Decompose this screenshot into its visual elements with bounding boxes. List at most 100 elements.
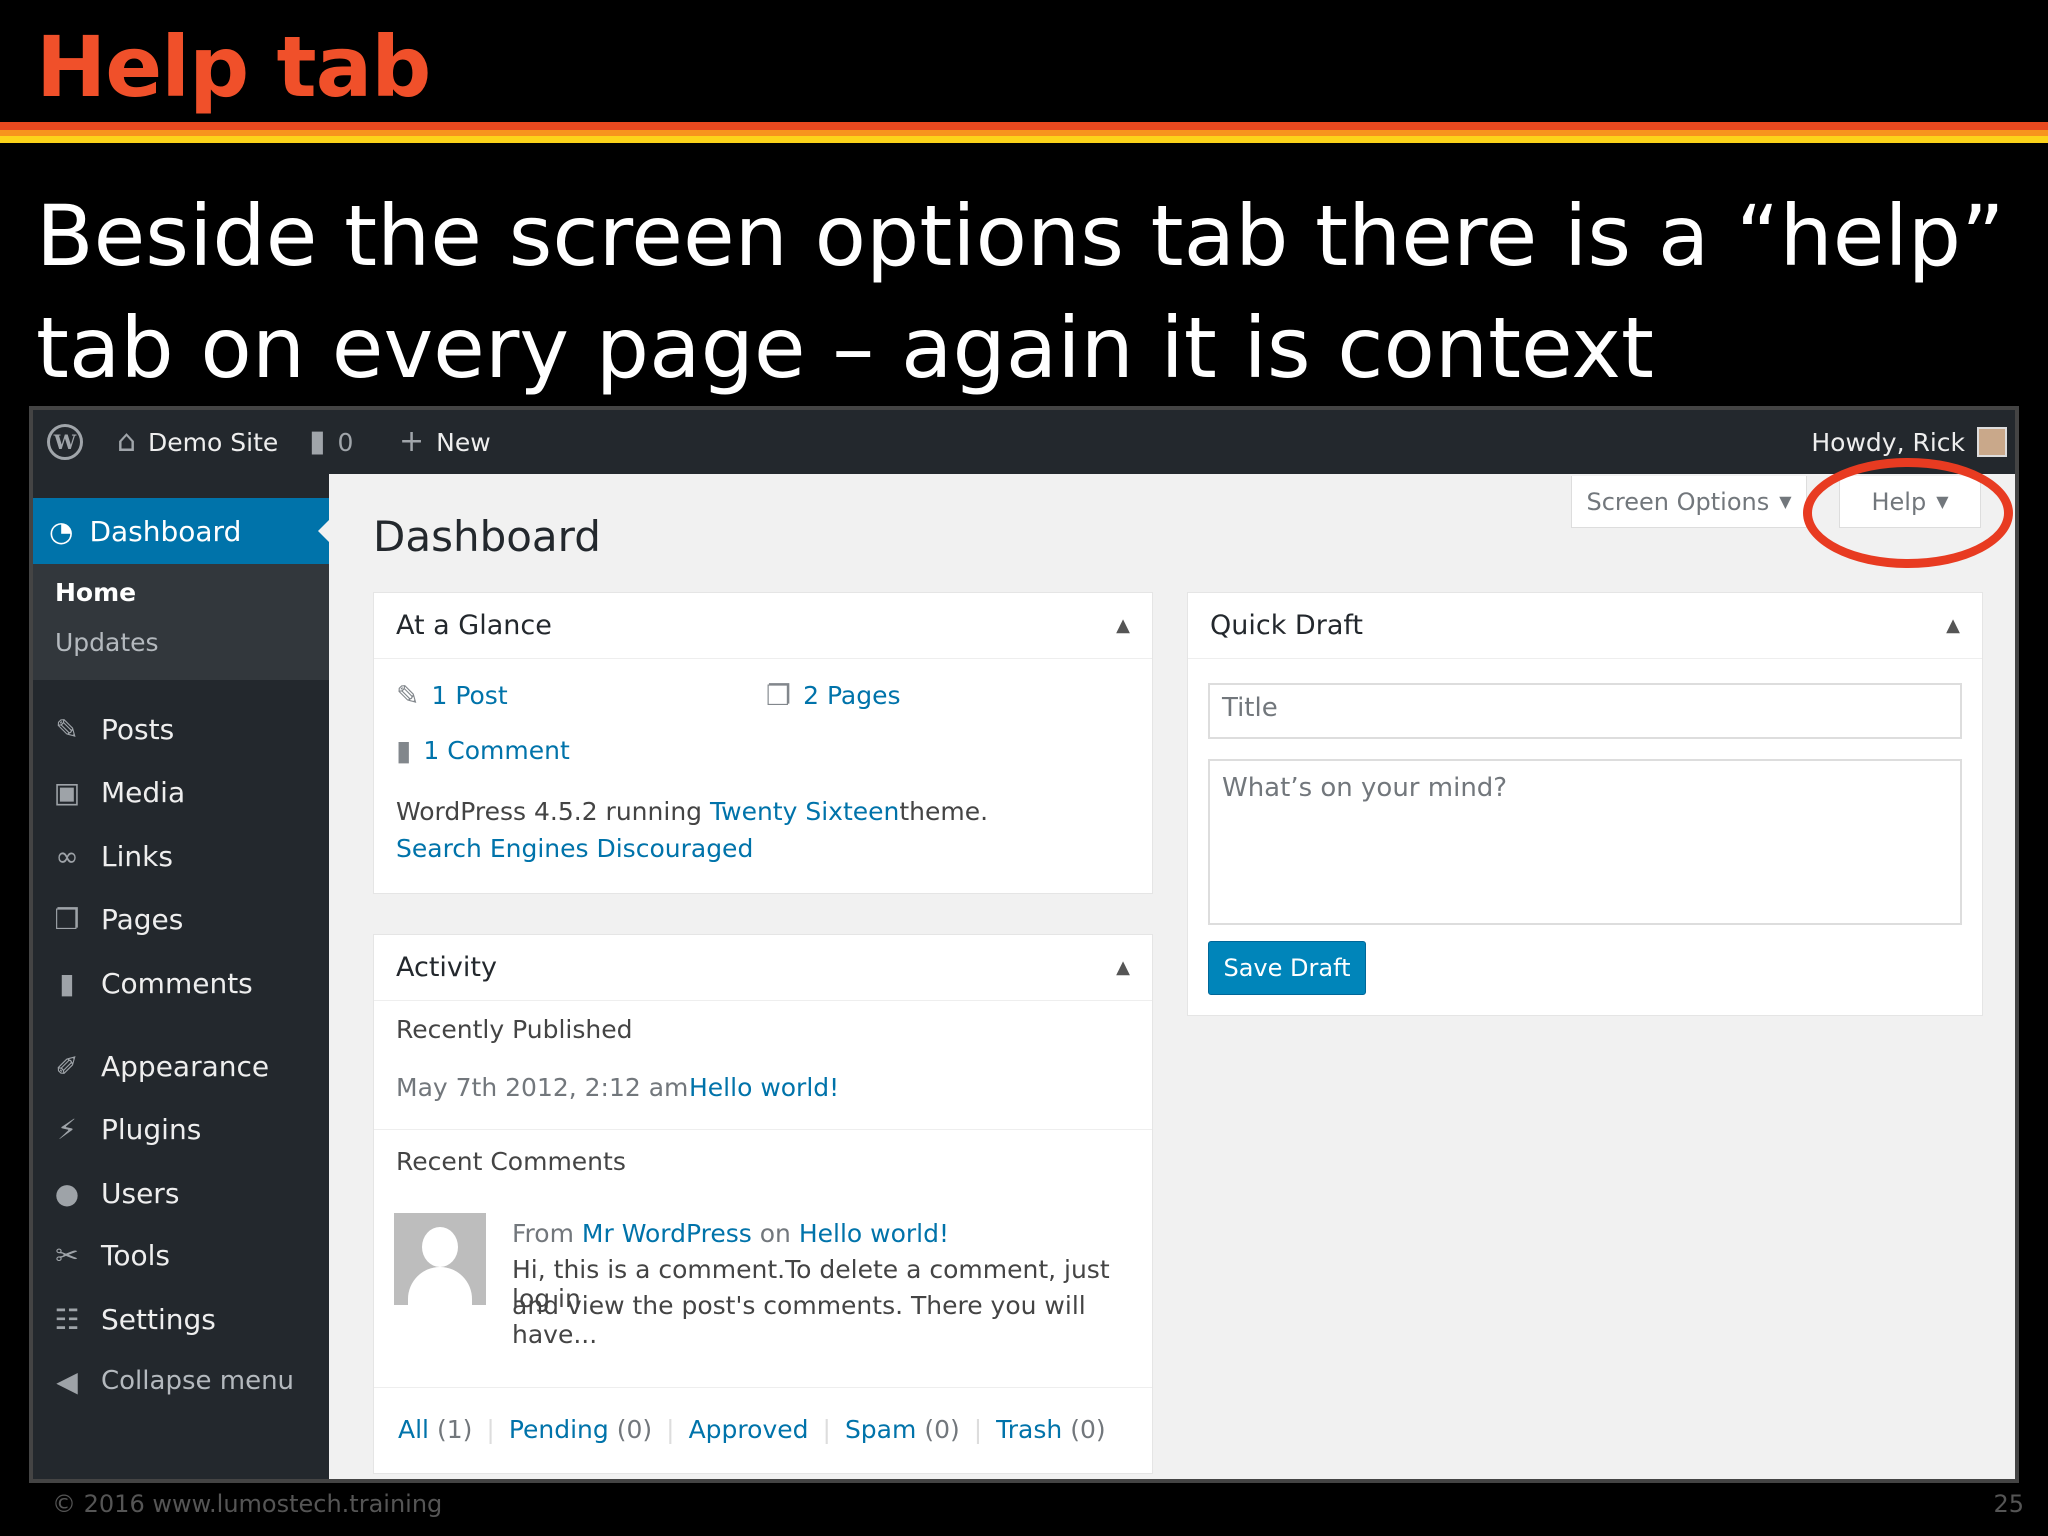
menu-media[interactable]: ▣ Media xyxy=(49,767,185,817)
menu-settings[interactable]: ☷ Settings xyxy=(49,1294,215,1344)
comment-filter-links: All (1) | Pending (0) | Approved | Spam … xyxy=(398,1415,1106,1444)
wordpress-screenshot: W ⌂ Demo Site ▮ 0 + New Howdy, Rick ◔ Da… xyxy=(29,406,2019,1483)
submenu-updates[interactable]: Updates xyxy=(55,628,159,657)
quick-draft-header[interactable]: Quick Draft ▲ xyxy=(1188,593,1982,659)
filter-all[interactable]: All xyxy=(398,1415,429,1444)
menu-plugins-label: Plugins xyxy=(101,1112,202,1146)
filter-pending-count: (0) xyxy=(616,1415,653,1444)
collapse-toggle-icon[interactable]: ▲ xyxy=(1116,615,1130,636)
wp-logo-menu[interactable]: W xyxy=(47,410,83,474)
slide-title: Help tab xyxy=(36,18,431,116)
comment-icon: ▮ xyxy=(59,966,75,1000)
user-icon: ● xyxy=(54,1176,80,1210)
comment-icon: ▮ xyxy=(396,734,412,767)
slide-footer-copyright: © 2016 www.lumostech.training xyxy=(52,1490,443,1518)
published-date: May 7th 2012, 2:12 am xyxy=(396,1073,689,1102)
filter-spam[interactable]: Spam xyxy=(845,1415,916,1444)
comments-count-text: 1 Comment xyxy=(423,736,570,765)
filter-spam-count: (0) xyxy=(924,1415,960,1444)
at-a-glance-widget: At a Glance ▲ ✎ 1 Post ❐ 2 Pages ▮ 1 Com… xyxy=(373,592,1153,894)
comment-meta: From Mr WordPress on Hello world! xyxy=(512,1219,949,1248)
paintbrush-icon: ✐ xyxy=(55,1049,79,1083)
comment-excerpt-line-2: and view the post's comments. There you … xyxy=(512,1291,1152,1349)
new-content-link[interactable]: + New xyxy=(399,410,491,474)
menu-media-label: Media xyxy=(101,775,186,809)
filter-trash[interactable]: Trash xyxy=(996,1415,1062,1444)
filter-pending[interactable]: Pending xyxy=(509,1415,609,1444)
collapse-toggle-icon[interactable]: ▲ xyxy=(1116,957,1130,978)
site-name: Demo Site xyxy=(148,427,279,457)
draft-title-input[interactable]: Title xyxy=(1208,683,1962,739)
comment-excerpt-2: and view the post's comments. There you … xyxy=(512,1291,1086,1349)
activity-header[interactable]: Activity ▲ xyxy=(374,935,1152,1001)
menu-links-label: Links xyxy=(101,839,173,873)
menu-comments-label: Comments xyxy=(101,966,253,1000)
filter-trash-count: (0) xyxy=(1070,1415,1106,1444)
collapse-toggle-icon[interactable]: ▲ xyxy=(1946,615,1960,636)
recently-published-heading: Recently Published xyxy=(396,1015,632,1044)
comments-link[interactable]: ▮ 0 xyxy=(309,410,353,474)
at-a-glance-header[interactable]: At a Glance ▲ xyxy=(374,593,1152,659)
pushpin-icon: ✎ xyxy=(396,679,420,712)
draft-content-placeholder: What’s on your mind? xyxy=(1222,773,1508,803)
save-draft-button[interactable]: Save Draft xyxy=(1208,941,1366,995)
pages-icon: ❐ xyxy=(54,902,80,936)
dashboard-gauge-icon: ◔ xyxy=(49,514,74,548)
admin-bar: W ⌂ Demo Site ▮ 0 + New Howdy, Rick xyxy=(33,410,2015,474)
menu-posts-label: Posts xyxy=(101,712,175,746)
pushpin-icon: ✎ xyxy=(55,712,79,746)
pages-count-link[interactable]: ❐ 2 Pages xyxy=(766,679,901,712)
draft-title-placeholder: Title xyxy=(1222,693,1278,723)
filter-approved[interactable]: Approved xyxy=(689,1415,809,1444)
activity-title: Activity xyxy=(396,952,497,983)
collapse-menu-label: Collapse menu xyxy=(101,1366,295,1396)
menu-appearance-label: Appearance xyxy=(101,1049,270,1083)
menu-comments[interactable]: ▮ Comments xyxy=(49,958,253,1008)
draft-content-textarea[interactable]: What’s on your mind? xyxy=(1208,759,1962,925)
recent-comments-label: Recent Comments xyxy=(396,1147,626,1176)
home-icon: ⌂ xyxy=(117,424,137,459)
posts-count-link[interactable]: ✎ 1 Post xyxy=(396,679,508,712)
menu-plugins[interactable]: ⚡ Plugins xyxy=(49,1104,201,1154)
menu-tools[interactable]: ✂ Tools xyxy=(49,1230,170,1280)
quick-draft-title: Quick Draft xyxy=(1210,610,1363,641)
submenu-home[interactable]: Home xyxy=(55,578,136,607)
menu-pages-label: Pages xyxy=(101,902,184,936)
comment-post-link[interactable]: Hello world! xyxy=(799,1219,949,1248)
new-label: New xyxy=(436,427,491,457)
menu-appearance[interactable]: ✐ Appearance xyxy=(49,1041,269,1091)
comment-author-link[interactable]: Mr WordPress xyxy=(582,1219,752,1248)
at-a-glance-title: At a Glance xyxy=(396,610,552,641)
posts-count: 1 Post xyxy=(431,681,508,710)
admin-sidebar: ◔ Dashboard Home Updates ✎ Posts ▣ Media… xyxy=(33,474,330,1479)
menu-users-label: Users xyxy=(101,1176,180,1210)
menu-pages[interactable]: ❐ Pages xyxy=(49,894,183,944)
dashboard-submenu: Home Updates xyxy=(33,564,329,680)
caret-down-icon: ▼ xyxy=(1779,492,1792,511)
plug-icon: ⚡ xyxy=(57,1112,77,1146)
search-engines-label: Search Engines Discouraged xyxy=(396,834,754,863)
search-engines-discouraged-link[interactable]: Search Engines Discouraged xyxy=(396,834,753,863)
recent-comments-heading: Recent Comments xyxy=(396,1147,626,1176)
howdy-text: Howdy, Rick xyxy=(1811,427,1965,457)
theme-link[interactable]: Twenty Sixteen xyxy=(710,797,899,826)
menu-dashboard[interactable]: ◔ Dashboard xyxy=(33,498,330,564)
title-stripe-yellow xyxy=(0,136,2048,143)
comment-from-label: From xyxy=(512,1219,574,1248)
menu-tools-label: Tools xyxy=(101,1238,170,1272)
pages-count: 2 Pages xyxy=(803,681,901,710)
screen-options-label: Screen Options xyxy=(1586,487,1770,516)
menu-posts[interactable]: ✎ Posts xyxy=(49,704,174,754)
published-post-link[interactable]: Hello world! xyxy=(689,1073,839,1102)
avatar-head xyxy=(422,1227,458,1267)
screen-options-tab[interactable]: Screen Options ▼ xyxy=(1571,476,1807,528)
help-highlight-circle xyxy=(1803,458,2013,568)
comment-author-avatar xyxy=(394,1213,486,1305)
menu-links[interactable]: ∞ Links xyxy=(49,831,173,881)
menu-dashboard-label: Dashboard xyxy=(89,514,242,548)
site-name-link[interactable]: ⌂ Demo Site xyxy=(117,410,278,474)
menu-users[interactable]: ● Users xyxy=(49,1168,180,1218)
collapse-menu-button[interactable]: ◀ Collapse menu xyxy=(49,1356,294,1406)
comments-count-link[interactable]: ▮ 1 Comment xyxy=(396,734,570,767)
wordpress-logo-icon: W xyxy=(47,424,83,460)
